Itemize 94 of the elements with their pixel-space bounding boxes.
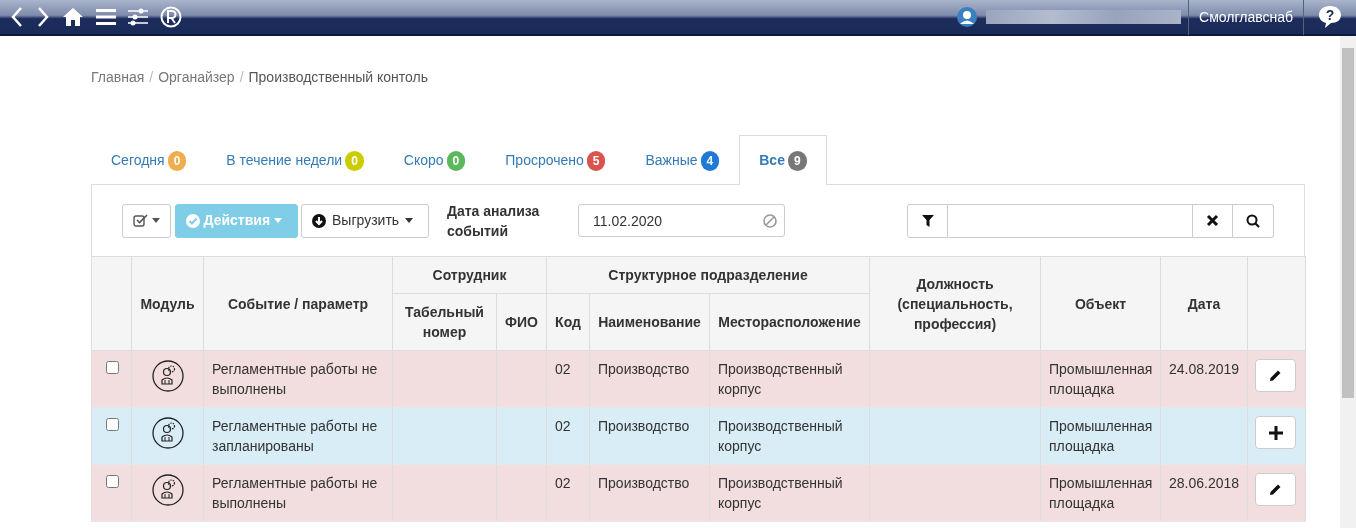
search-button[interactable] xyxy=(1233,203,1274,238)
add-button[interactable] xyxy=(1255,416,1296,449)
column-header: Модуль xyxy=(131,256,204,351)
column-header: Событие / параметр xyxy=(203,256,393,351)
tab-label: Просрочено xyxy=(505,151,584,170)
table-cell: 02 xyxy=(555,361,571,377)
table-cell: Промышленная площадка xyxy=(1049,361,1153,397)
count-badge: 0 xyxy=(345,150,364,171)
date-label: Дата анализа событий xyxy=(447,201,541,241)
count-badge: 4 xyxy=(700,150,720,171)
breadcrumb-link[interactable]: Органайзер xyxy=(158,69,235,85)
breadcrumb-separator: / xyxy=(238,69,245,85)
column-header: Месторасположение xyxy=(709,293,870,351)
edit-button[interactable] xyxy=(1255,473,1296,506)
tab-label: Сегодня xyxy=(111,151,165,170)
engineer-icon xyxy=(151,360,184,392)
tab[interactable]: Сегодня 0 xyxy=(91,135,207,185)
menu-icon[interactable] xyxy=(95,8,116,26)
breadcrumb-separator: / xyxy=(148,69,155,85)
pencil-icon xyxy=(1269,369,1282,382)
tab-label: Важные xyxy=(645,151,698,170)
count-badge: 5 xyxy=(586,150,606,171)
column-header: Табельный номер xyxy=(392,293,497,351)
tab-label: Все xyxy=(759,151,785,170)
row-checkbox[interactable] xyxy=(106,418,119,431)
table-cell: Регламентные работы не запланированы xyxy=(212,418,378,454)
pencil-icon xyxy=(1269,483,1282,496)
tab[interactable]: В течение недели 0 xyxy=(206,135,384,185)
breadcrumb-link[interactable]: Главная xyxy=(91,69,145,85)
table-cell: 02 xyxy=(555,475,571,491)
table-cell: Производство xyxy=(598,418,690,434)
plus-icon xyxy=(1268,425,1283,440)
row-checkbox[interactable] xyxy=(106,475,119,488)
home-icon[interactable] xyxy=(61,7,84,27)
organization-name[interactable]: Смолглавснаб xyxy=(1188,0,1304,35)
column-header: Дата xyxy=(1160,256,1248,351)
back-icon[interactable] xyxy=(9,6,24,28)
date-field[interactable]: 11.02.2020 xyxy=(578,204,785,237)
filter-button[interactable] xyxy=(907,203,948,238)
download-icon xyxy=(312,213,326,228)
help-button[interactable]: ? xyxy=(1318,5,1342,29)
registered-icon[interactable] xyxy=(159,6,182,28)
count-badge: 9 xyxy=(787,150,807,171)
column-header: Наименование xyxy=(589,293,710,351)
column-header: ФИО xyxy=(496,293,547,351)
table-cell: Производственный корпус xyxy=(718,418,843,454)
table-cell: 02 xyxy=(555,418,571,434)
clear-icon[interactable] xyxy=(763,214,777,228)
user-icon[interactable] xyxy=(956,7,977,27)
table-cell: Производственный корпус xyxy=(718,361,843,397)
tab-label: В течение недели xyxy=(226,151,343,170)
table-cell: Промышленная площадка xyxy=(1049,475,1153,511)
tab[interactable]: Просрочено 5 xyxy=(485,135,626,185)
scrollbar-thumb[interactable] xyxy=(1342,48,1354,398)
check-circle-icon xyxy=(185,213,200,228)
count-badge: 0 xyxy=(167,150,187,171)
table-cell: Производство xyxy=(598,361,690,377)
search-icon xyxy=(1246,213,1260,228)
caret-icon xyxy=(405,218,414,223)
caret-icon xyxy=(152,218,160,223)
table-cell: 24.08.2019 xyxy=(1169,361,1240,377)
column-header: Должность (специальность, профессия) xyxy=(869,256,1041,351)
breadcrumb-current: Производственный контоль xyxy=(248,69,429,85)
column-header: Объект xyxy=(1040,256,1161,351)
speech-bubble-icon xyxy=(1318,5,1342,29)
clear-button[interactable] xyxy=(1192,203,1233,238)
select-dropdown-button[interactable] xyxy=(122,203,171,238)
engineer-icon xyxy=(151,474,184,506)
table-cell: Регламентные работы не выполнены xyxy=(212,475,378,511)
table-cell: Производство xyxy=(598,475,690,491)
filter-icon xyxy=(921,214,934,227)
table-cell: Производственный корпус xyxy=(718,475,843,511)
tab[interactable]: Все 9 xyxy=(739,135,827,185)
tab[interactable]: Важные 4 xyxy=(625,135,740,185)
forward-icon[interactable] xyxy=(35,6,50,28)
tab-label: Скоро xyxy=(403,151,444,170)
close-icon xyxy=(1206,214,1219,227)
tab[interactable]: Скоро 0 xyxy=(383,135,486,185)
engineer-icon xyxy=(151,417,184,449)
table-cell: 28.06.2018 xyxy=(1169,475,1240,491)
sliders-icon[interactable] xyxy=(127,8,148,26)
column-header: Код xyxy=(546,293,590,351)
table-cell: Промышленная площадка xyxy=(1049,418,1153,454)
edit-button[interactable] xyxy=(1255,359,1296,392)
column-header: Сотрудник xyxy=(392,256,547,294)
column-header: Структурное подразделение xyxy=(546,256,870,294)
checkbox-icon xyxy=(133,214,148,227)
table-cell: Регламентные работы не выполнены xyxy=(212,361,378,397)
export-button[interactable]: Выгрузить xyxy=(301,203,429,238)
search-field[interactable] xyxy=(948,203,1192,238)
caret-icon xyxy=(274,218,283,223)
row-checkbox[interactable] xyxy=(106,361,119,374)
scrollbar[interactable] xyxy=(1340,36,1356,528)
count-badge: 0 xyxy=(446,150,466,171)
